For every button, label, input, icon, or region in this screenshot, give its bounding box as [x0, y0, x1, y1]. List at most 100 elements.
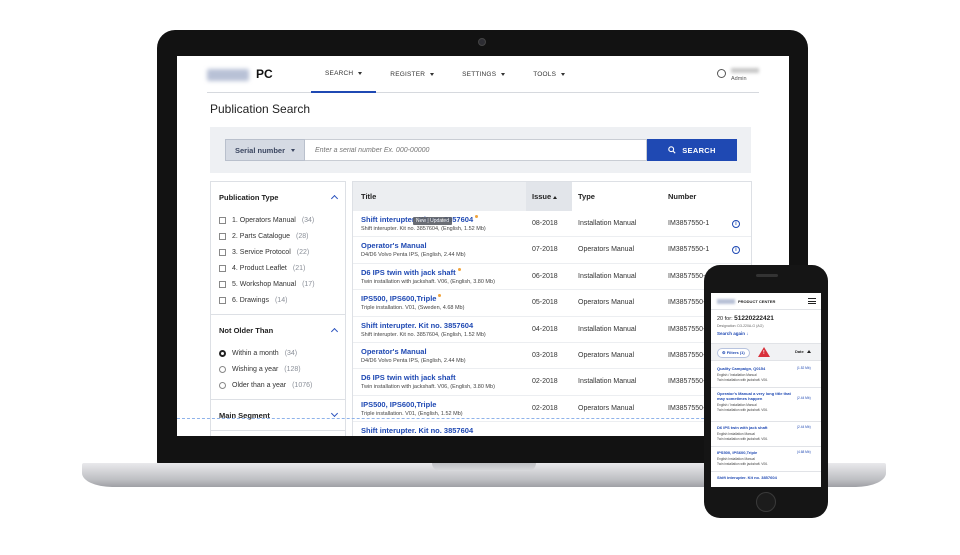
filter-option-count: (17) — [302, 280, 315, 288]
warning-icon[interactable]: ! — [758, 347, 770, 357]
phone-item-title[interactable]: Operator's Manual a very long title that… — [717, 391, 797, 401]
filter-option-count: (34) — [284, 349, 298, 357]
phone-filters-button[interactable]: ⚙ Filters (1) — [717, 348, 750, 358]
filter-option[interactable]: 5. Workshop Manual (17) — [211, 276, 345, 292]
serial-number-input[interactable] — [305, 139, 647, 161]
filter-option-label: 5. Workshop Manual — [232, 280, 297, 288]
phone-list-item[interactable]: D6 IPS twin with jack shaft (2.44 Mb) En… — [711, 422, 821, 447]
row-title[interactable]: Operator's Manual — [361, 241, 427, 250]
column-title[interactable]: Title — [353, 182, 526, 211]
row-title[interactable]: Shift interupter. Kit no. 3857604 — [361, 321, 473, 330]
user-name[interactable] — [731, 68, 759, 73]
filter-option[interactable]: Wishing a year (128) — [211, 361, 345, 377]
row-type: Operators Manual — [578, 246, 635, 254]
checkbox[interactable] — [219, 248, 226, 256]
filter-option[interactable]: Within a month (34) — [211, 345, 345, 361]
column-issue-label: Issue — [532, 192, 552, 201]
phone-sort-button[interactable]: Date — [795, 349, 811, 354]
column-issue[interactable]: Issue — [526, 182, 572, 211]
table-row[interactable]: Shift interupter. Kit no. 3857604 Shift … — [353, 317, 751, 343]
row-subtitle: D4/D6 Volvo Penta IPS, (English, 2.44 Mb… — [361, 358, 466, 364]
search-bar: Serial number SEARCH — [210, 127, 751, 173]
brand-logo[interactable] — [717, 299, 735, 304]
row-type: Operators Manual — [578, 299, 635, 307]
phone-list-item[interactable]: Shift interupter. Kit no. 3857604 — [711, 472, 821, 487]
user-role: Admin — [731, 76, 747, 82]
search-type-select[interactable]: Serial number — [225, 139, 305, 161]
filter-option[interactable]: 3. Service Protocol (22) — [211, 244, 345, 260]
phone-item-title[interactable]: Quality Campaign, Q0154 — [717, 366, 797, 371]
row-title[interactable]: IPS500, IPS600,Triple — [361, 400, 436, 409]
checkbox[interactable] — [219, 264, 226, 272]
filter-main-segment-header[interactable]: Main Segment — [211, 400, 345, 430]
search-icon — [668, 146, 676, 154]
filter-option[interactable]: 2. Parts Catalogue (28) — [211, 228, 345, 244]
checkbox[interactable] — [219, 296, 226, 304]
radio-button[interactable] — [219, 365, 226, 373]
table-row[interactable]: D6 IPS twin with jack shaft Twin install… — [353, 264, 751, 291]
info-icon[interactable]: i — [732, 220, 740, 228]
row-title[interactable]: D6 IPS twin with jack shaft — [361, 373, 456, 382]
hamburger-menu-icon[interactable] — [808, 298, 816, 304]
info-icon[interactable]: i — [732, 246, 740, 255]
table-row[interactable]: IPS500, IPS600,Triple Triple installatio… — [353, 290, 751, 317]
checkbox[interactable] — [219, 216, 226, 224]
nav-settings[interactable]: SETTINGS — [448, 56, 519, 93]
nav-tools[interactable]: TOOLS — [519, 56, 579, 93]
column-type[interactable]: Type — [572, 182, 662, 211]
filter-option[interactable]: 6. Drawings (14) — [211, 292, 345, 308]
user-icon[interactable] — [717, 69, 726, 78]
phone-list-item[interactable]: Operator's Manual a very long title that… — [711, 388, 821, 422]
phone-item-title[interactable]: Shift interupter. Kit no. 3857604 — [717, 475, 797, 480]
page-title: Publication Search — [210, 102, 311, 116]
filter-option-label: 3. Service Protocol — [232, 248, 291, 256]
checkbox[interactable] — [219, 232, 226, 240]
phone-item-title[interactable]: D6 IPS twin with jack shaft — [717, 425, 797, 430]
phone-home-button[interactable] — [756, 492, 776, 512]
row-type: Installation Manual — [578, 378, 637, 386]
filter-publication-type-header[interactable]: Publication Type — [211, 182, 345, 212]
row-subtitle: Twin installation with jackshaft. V06, (… — [361, 384, 495, 391]
filter-option-label: 2. Parts Catalogue — [232, 232, 290, 240]
phone-item-title[interactable]: IPS500, IPS600,Triple — [717, 450, 797, 455]
table-row[interactable]: Shift interupter. Kit no. 3857604 — [353, 422, 751, 436]
table-row[interactable]: Operator's Manual D4/D6 Volvo Penta IPS,… — [353, 237, 751, 264]
radio-button[interactable] — [219, 349, 226, 357]
row-title[interactable]: Shift interupter. Kit no. 3857604 — [361, 426, 473, 435]
filter-option[interactable]: 4. Product Leaflet (21) — [211, 260, 345, 276]
row-title[interactable]: IPS500, IPS600,Triple — [361, 294, 442, 304]
filter-option-count: (28) — [295, 232, 309, 240]
row-title[interactable]: Operator's Manual — [361, 347, 427, 356]
row-type: Installation Manual — [578, 325, 637, 333]
filter-not-older-than-header[interactable]: Not Older Than — [211, 315, 345, 345]
search-button[interactable]: SEARCH — [647, 139, 737, 161]
radio-button[interactable] — [219, 381, 226, 389]
table-row[interactable]: Operator's Manual D4/D6 Volvo Penta IPS,… — [353, 343, 751, 370]
phone-search-again-label: Search again — [717, 331, 746, 336]
row-title[interactable]: D6 IPS twin with jack shaft — [361, 267, 461, 277]
filter-option[interactable]: 1. Operators Manual (34) — [211, 212, 345, 228]
arrow-down-icon: ↓ — [746, 331, 749, 336]
table-row[interactable]: D6 IPS twin with jack shaft Twin install… — [353, 369, 751, 396]
column-number[interactable]: Number — [662, 182, 751, 211]
phone-search-again-link[interactable]: Search again ↓ — [717, 331, 749, 336]
checkbox[interactable] — [219, 280, 226, 288]
filter-not-older-than: Not Older Than Within a month (34) Wishin… — [211, 315, 345, 400]
chevron-up-icon — [330, 194, 339, 203]
row-type: Installation Manual — [578, 220, 637, 227]
phone-list-item[interactable]: IPS500, IPS600,Triple (4.68 Mb) English … — [711, 447, 821, 472]
status-tooltip: New | Updated — [413, 217, 452, 225]
phone-sort-label: Date — [795, 349, 804, 354]
search-type-label: Serial number — [235, 145, 286, 155]
phone-list-item[interactable]: Quality Campaign, Q0154 (1.52 Mb) Englis… — [711, 363, 821, 388]
filter-option-count: (34) — [301, 216, 315, 224]
row-title-text: IPS500, IPS600,Triple — [361, 294, 437, 304]
nav-register[interactable]: REGISTER — [376, 56, 448, 93]
app-header: PC SEARCH REGISTER SETTINGS TOOLS Admin — [207, 56, 759, 93]
filter-option[interactable]: Older than a year (1076) — [211, 377, 345, 393]
nav-search[interactable]: SEARCH — [311, 56, 377, 93]
row-issue: 02-2018 — [532, 378, 558, 386]
brand-logo[interactable] — [207, 69, 249, 81]
phone-speaker — [756, 274, 778, 277]
phone-item-line: Twin installation with jackshaft. V06. — [717, 377, 768, 382]
